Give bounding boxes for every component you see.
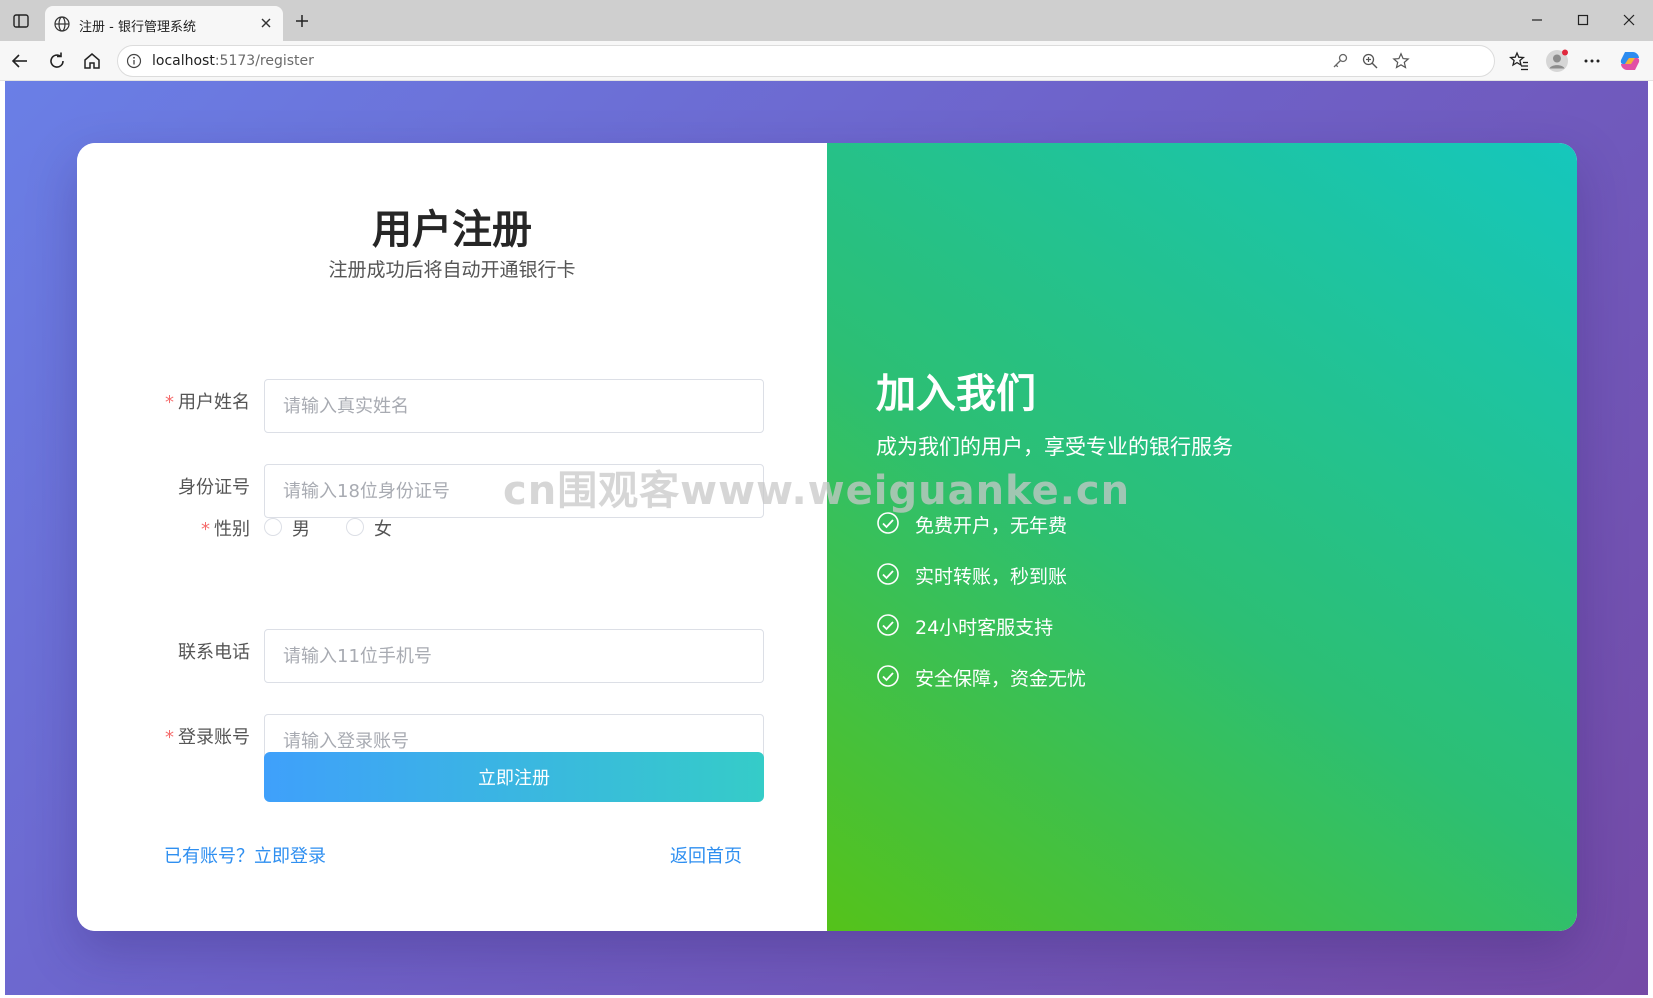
required-mark: * [165,727,174,748]
register-card: 用户注册 注册成功后将自动开通银行卡 *用户姓名 身份证号 *性别 男 女 联系… [77,143,1577,931]
zoom-icon[interactable] [1361,52,1379,70]
plus-icon[interactable] [294,13,310,29]
account-label: * 登录账号 [165,723,250,749]
radio-circle[interactable] [346,518,364,536]
gender-label: * 性别 [201,515,250,541]
close-icon[interactable] [1621,12,1637,28]
login-link[interactable]: 已有账号？立即登录 [164,842,326,868]
form-subtitle: 注册成功后将自动开通银行卡 [328,259,576,281]
back-icon[interactable] [10,51,30,71]
profile-icon[interactable] [1545,49,1569,73]
reload-icon[interactable] [47,51,67,71]
minimize-icon[interactable] [1529,12,1545,28]
required-mark: * [201,519,210,540]
promo-panel: 加入我们 成为我们的用户，享受专业的银行服务 免费开户，无年费 实时转账，秒到账 [827,143,1577,931]
page-background: 用户注册 注册成功后将自动开通银行卡 *用户姓名 身份证号 *性别 男 女 联系… [5,81,1648,995]
promo-subtitle: 成为我们的用户，享受专业的银行服务 [876,435,1233,459]
check-circle-icon [877,563,899,585]
register-form-panel: 用户注册 注册成功后将自动开通银行卡 *用户姓名 身份证号 *性别 男 女 联系… [77,143,827,931]
form-title: 用户注册 [372,207,532,253]
phone-input[interactable] [264,629,764,683]
promo-title: 加入我们 [876,371,1036,417]
more-icon[interactable] [1582,51,1602,71]
tab-title: 注册 - 银行管理系统 [79,20,196,35]
gender-label-text: 性别 [214,519,250,540]
home-icon[interactable] [82,51,102,71]
sidebar-icon[interactable] [12,12,30,30]
id-label-text: 身份证号 [178,477,250,498]
name-label: * 用户姓名 [165,388,250,414]
copilot-icon[interactable] [1619,50,1641,72]
phone-label-text: 联系电话 [178,642,250,663]
phone-label: 联系电话 [178,638,250,664]
star-icon[interactable] [1392,52,1410,70]
url-host: localhost [152,53,215,69]
watermark-text: cn围观客www.weiguanke.cn [503,468,1131,514]
close-icon[interactable] [258,15,274,31]
required-mark: * [165,392,174,413]
feature-text: 实时转账，秒到账 [915,566,1068,588]
check-circle-icon [877,665,899,687]
browser-tab-bar: 注册 - 银行管理系统 [0,0,1653,41]
maximize-icon[interactable] [1575,12,1591,28]
radio-circle[interactable] [264,518,282,536]
check-circle-icon [877,614,899,636]
feature-text: 安全保障，资金无忧 [915,668,1087,690]
gender-option-label: 男 [292,519,310,540]
browser-toolbar: localhost:5173/register [0,41,1653,81]
register-button[interactable]: 立即注册 [264,752,764,802]
gender-option-label: 女 [374,519,392,540]
key-icon[interactable] [1331,52,1349,70]
favorites-icon[interactable] [1509,51,1529,71]
name-input[interactable] [264,379,764,433]
id-label: 身份证号 [178,473,250,499]
address-bar[interactable]: localhost:5173/register [117,45,1495,77]
browser-tab[interactable]: 注册 - 银行管理系统 [45,6,283,41]
globe-icon [54,16,70,32]
url-path: :5173/register [214,53,314,69]
feature-text: 24小时客服支持 [915,617,1054,639]
url-text: localhost:5173/register [152,53,314,69]
info-icon[interactable] [126,53,142,69]
account-label-text: 登录账号 [178,727,250,748]
name-label-text: 用户姓名 [178,392,250,413]
home-link[interactable]: 返回首页 [670,842,742,868]
